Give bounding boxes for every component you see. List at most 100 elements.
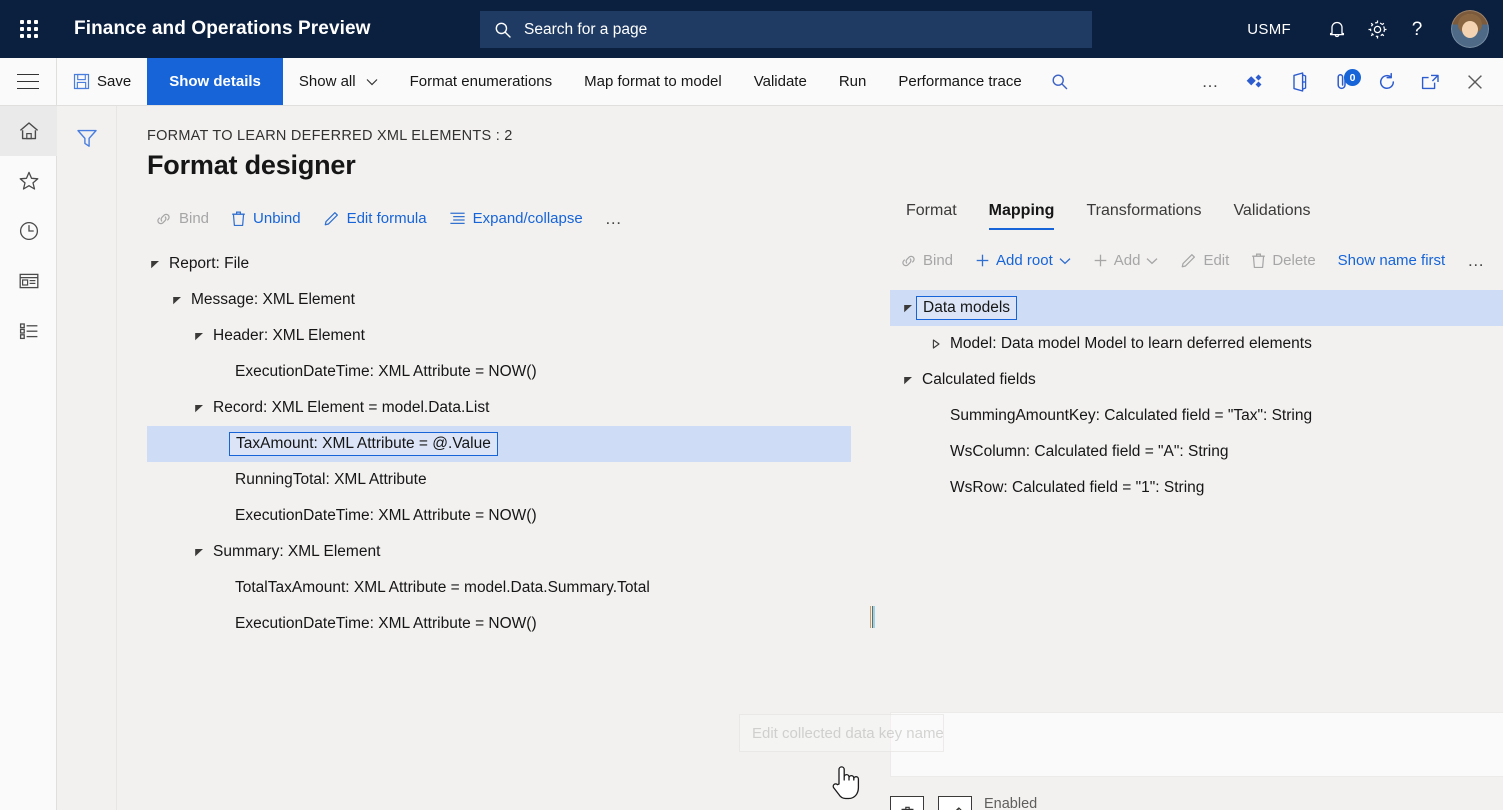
- mapping-tree-node[interactable]: Model: Data model Model to learn deferre…: [890, 326, 1503, 362]
- mapping-tree-node[interactable]: Calculated fields: [890, 362, 1503, 398]
- format-tree-node-label: Message: XML Element: [191, 291, 355, 308]
- settings-button[interactable]: [1357, 0, 1397, 58]
- close-button[interactable]: [1453, 58, 1497, 105]
- mapping-bind-button[interactable]: Bind: [890, 248, 963, 273]
- mapping-tree-node[interactable]: Data models: [890, 290, 1503, 326]
- detail-placeholder-box: [890, 712, 1503, 777]
- tab-mapping[interactable]: Mapping: [973, 196, 1071, 230]
- mapping-tree-node[interactable]: WsRow: Calculated field = "1": String: [890, 470, 1503, 506]
- plus-icon: [976, 254, 989, 267]
- format-tree-node[interactable]: Record: XML Element = model.Data.List: [147, 390, 851, 426]
- add-button[interactable]: Add: [1083, 248, 1169, 273]
- expand-collapse-button[interactable]: Expand/collapse: [439, 206, 593, 231]
- refresh-button[interactable]: [1365, 58, 1409, 105]
- format-toolbar-overflow-button[interactable]: …: [595, 206, 634, 231]
- page-title: Format designer: [147, 150, 356, 180]
- search-icon: [495, 22, 511, 38]
- format-tree-node[interactable]: Summary: XML Element: [147, 534, 851, 570]
- expand-triangle-icon[interactable]: [169, 295, 185, 305]
- performance-trace-label: Performance trace: [898, 73, 1022, 90]
- tab-label: Format: [906, 202, 957, 219]
- chevron-down-icon: [366, 78, 378, 85]
- expand-triangle-icon[interactable]: [900, 303, 916, 313]
- trash-icon: [1252, 253, 1266, 269]
- help-button[interactable]: ?: [1397, 0, 1437, 58]
- edit-enabled-button[interactable]: [938, 796, 972, 810]
- bind-label: Bind: [179, 210, 210, 227]
- show-details-label: Show details: [169, 73, 261, 90]
- notifications-button[interactable]: [1317, 0, 1357, 58]
- command-search-button[interactable]: [1038, 58, 1082, 105]
- tab-label: Validations: [1233, 202, 1311, 219]
- open-in-new-window-button[interactable]: [1409, 58, 1453, 105]
- mapping-tree-node-label: SummingAmountKey: Calculated field = "Ta…: [950, 407, 1313, 424]
- format-tree-node[interactable]: ExecutionDateTime: XML Attribute = NOW(): [147, 606, 851, 642]
- add-root-button[interactable]: Add root: [965, 248, 1081, 273]
- expand-triangle-icon[interactable]: [191, 547, 207, 557]
- enabled-field-group: Enabled: [984, 796, 1503, 810]
- performance-trace-button[interactable]: Performance trace: [882, 58, 1037, 105]
- mapping-tree-node[interactable]: SummingAmountKey: Calculated field = "Ta…: [890, 398, 1503, 434]
- format-tree-node-label: Header: XML Element: [213, 327, 365, 344]
- expand-triangle-icon[interactable]: [147, 259, 163, 269]
- mapping-delete-button[interactable]: Delete: [1241, 248, 1325, 273]
- command-bar-right-actions: … 0: [1189, 58, 1503, 105]
- search-input[interactable]: Search for a page: [480, 11, 1092, 48]
- unbind-button[interactable]: Unbind: [221, 206, 311, 231]
- more-commands-button[interactable]: …: [1189, 58, 1233, 105]
- format-tree-node-label: TaxAmount: XML Attribute = @.Value: [236, 435, 491, 452]
- format-tree-node[interactable]: RunningTotal: XML Attribute: [147, 462, 851, 498]
- tab-validations[interactable]: Validations: [1217, 196, 1326, 230]
- format-enumerations-button[interactable]: Format enumerations: [394, 58, 569, 105]
- filter-pane: [57, 106, 117, 810]
- app-launcher-button[interactable]: [0, 0, 58, 58]
- validate-button[interactable]: Validate: [738, 58, 823, 105]
- panel-tabs: Format Mapping Transformations Validations: [890, 196, 1327, 230]
- office-export-button[interactable]: [1277, 58, 1321, 105]
- filter-button[interactable]: [71, 122, 103, 154]
- mapping-toolbar-overflow-button[interactable]: …: [1457, 248, 1496, 273]
- format-tree-node[interactable]: ExecutionDateTime: XML Attribute = NOW(): [147, 354, 851, 390]
- rail-item-modules[interactable]: [0, 306, 57, 356]
- show-all-button[interactable]: Show all: [283, 58, 394, 105]
- hamburger-icon: [17, 75, 39, 88]
- rail-item-recent[interactable]: [0, 206, 57, 256]
- chevron-down-icon: [1147, 257, 1158, 264]
- format-tree-node[interactable]: TotalTaxAmount: XML Attribute = model.Da…: [147, 570, 851, 606]
- add-root-label: Add root: [996, 252, 1053, 269]
- user-avatar[interactable]: [1451, 10, 1489, 48]
- attachments-button[interactable]: 0: [1321, 58, 1365, 105]
- show-details-button[interactable]: Show details: [147, 58, 283, 105]
- unbind-label: Unbind: [253, 210, 301, 227]
- workspace-icon: [19, 273, 38, 289]
- mapping-tree-node[interactable]: WsColumn: Calculated field = "A": String: [890, 434, 1503, 470]
- collapse-triangle-icon[interactable]: [928, 339, 944, 349]
- trash-icon: [232, 211, 245, 227]
- tab-format[interactable]: Format: [890, 196, 973, 230]
- star-icon: [19, 171, 38, 190]
- edit-formula-button[interactable]: Edit formula: [313, 206, 437, 231]
- delete-enabled-button[interactable]: [890, 796, 924, 810]
- nav-menu-button[interactable]: [0, 58, 57, 105]
- search-icon: [1052, 73, 1068, 89]
- bind-button[interactable]: Bind: [145, 206, 219, 231]
- rail-item-workspaces[interactable]: [0, 256, 57, 306]
- rail-item-favorites[interactable]: [0, 156, 57, 206]
- share-to-teams-button[interactable]: [1233, 58, 1277, 105]
- format-tree-node[interactable]: ExecutionDateTime: XML Attribute = NOW(): [147, 498, 851, 534]
- rail-item-home[interactable]: [0, 106, 57, 156]
- run-button[interactable]: Run: [823, 58, 883, 105]
- format-tree-node[interactable]: Message: XML Element: [147, 282, 851, 318]
- company-selector[interactable]: USMF: [1247, 21, 1291, 38]
- tab-transformations[interactable]: Transformations: [1070, 196, 1217, 230]
- format-tree-node[interactable]: Header: XML Element: [147, 318, 851, 354]
- expand-triangle-icon[interactable]: [191, 403, 207, 413]
- expand-triangle-icon[interactable]: [191, 331, 207, 341]
- save-button[interactable]: Save: [57, 58, 147, 105]
- expand-triangle-icon[interactable]: [900, 375, 916, 385]
- map-format-to-model-button[interactable]: Map format to model: [568, 58, 738, 105]
- format-tree-node[interactable]: TaxAmount: XML Attribute = @.Value: [147, 426, 851, 462]
- format-tree-node[interactable]: Report: File: [147, 246, 851, 282]
- show-name-first-button[interactable]: Show name first: [1328, 248, 1456, 273]
- mapping-edit-button[interactable]: Edit: [1170, 248, 1239, 273]
